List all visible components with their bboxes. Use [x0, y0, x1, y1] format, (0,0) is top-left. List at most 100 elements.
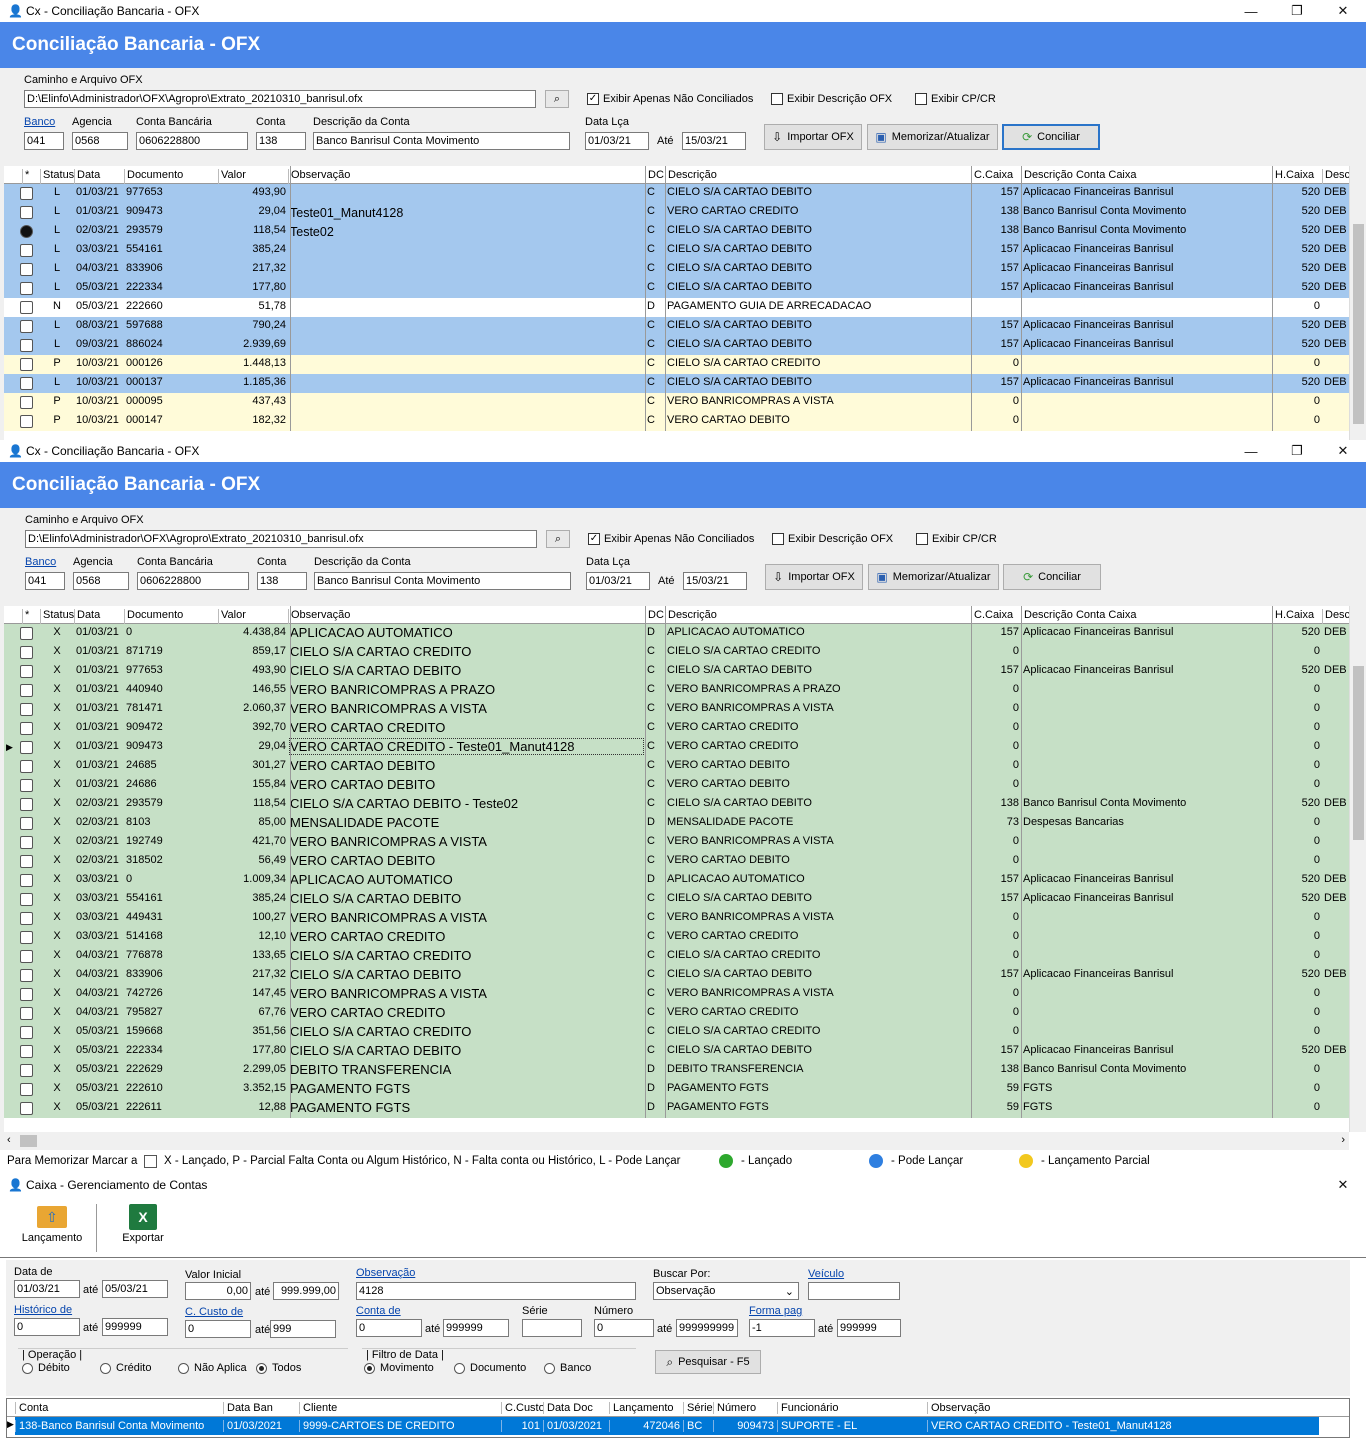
scroll-thumb[interactable] [1353, 224, 1364, 424]
radio-movimento[interactable]: Movimento [364, 1362, 434, 1374]
table-row[interactable]: L 01/03/21 909473 29,04 Teste01_Manut4128 C VE… [4, 203, 1350, 222]
chevron-down-icon[interactable]: ⌄ [785, 1285, 794, 1298]
column-header[interactable]: Desc [1322, 609, 1350, 624]
table-row[interactable]: X 01/03/21 0 4.438,84 APLICACAO AUTOMATICO D A… [4, 624, 1350, 643]
conta-to-input[interactable]: 999999 [443, 1319, 509, 1337]
data-from-input[interactable]: 01/03/21 [585, 132, 649, 150]
row-checkbox[interactable] [20, 263, 33, 276]
conta-bancaria-input[interactable]: 0606228800 [137, 572, 249, 590]
table-row[interactable]: L 05/03/21 222334 177,80 C CIELO S/A CARTAO D… [4, 279, 1350, 298]
c-custo-to-input[interactable]: 999 [270, 1320, 336, 1338]
scroll-right-icon[interactable]: › [1341, 1134, 1345, 1146]
column-header[interactable]: Descrição [665, 169, 971, 184]
desc-conta-input[interactable]: Banco Banrisul Conta Movimento [313, 132, 570, 150]
radio-dot-selected[interactable] [256, 1362, 267, 1374]
data-to-input[interactable]: 15/03/21 [682, 132, 746, 150]
column-header[interactable]: Observação [927, 1402, 1327, 1414]
agencia-input[interactable]: 0568 [73, 572, 129, 590]
radio-nao-aplica[interactable]: Não Aplica [178, 1362, 247, 1374]
table-row[interactable]: X 02/03/21 318502 56,49 VERO CARTAO DEBITO C V… [4, 852, 1350, 871]
historico-link[interactable]: Histórico de [14, 1304, 72, 1316]
table-row[interactable]: P 10/03/21 000147 182,32 C VERO CARTAO DEBITO… [4, 412, 1350, 431]
row-checkbox[interactable] [20, 1064, 33, 1077]
exportar-button[interactable]: X Exportar [110, 1204, 176, 1254]
column-header[interactable]: Data [74, 169, 124, 184]
column-header[interactable]: Valor [218, 609, 288, 624]
scroll-left-icon[interactable]: ‹ [7, 1134, 11, 1146]
row-checkbox[interactable] [20, 206, 33, 219]
row-checkbox[interactable] [20, 817, 33, 830]
conciliar-button[interactable]: ⟳ Conciliar [1002, 124, 1100, 150]
table-row[interactable]: 138-Banco Banrisul Conta Movimento 01/03/… [15, 1417, 1319, 1435]
browse-button[interactable]: ⌕ [546, 530, 570, 548]
numero-to-input[interactable]: 999999999 [676, 1319, 738, 1337]
row-checkbox[interactable] [20, 301, 33, 314]
row-checkbox[interactable] [20, 893, 33, 906]
row-checkbox[interactable] [20, 187, 33, 200]
chk-nao-conciliados[interactable]: ✓ Exibir Apenas Não Conciliados [588, 533, 754, 545]
conta-input[interactable]: 138 [257, 572, 307, 590]
vertical-scrollbar[interactable] [1349, 166, 1366, 440]
row-checkbox[interactable] [20, 377, 33, 390]
data-to-input[interactable]: 15/03/21 [683, 572, 747, 590]
column-header[interactable]: Documento [124, 609, 218, 624]
conta-bancaria-input[interactable]: 0606228800 [136, 132, 248, 150]
column-header[interactable]: Desc [1322, 169, 1350, 184]
path-input[interactable]: D:\Elinfo\Administrador\OFX\Agropro\Extr… [25, 530, 537, 548]
conta-input[interactable]: 138 [256, 132, 306, 150]
row-checkbox[interactable] [20, 722, 33, 735]
column-header[interactable]: * [22, 609, 40, 624]
radio-dot-selected[interactable] [364, 1362, 375, 1374]
memorizar-button[interactable]: ▣ Memorizar/Atualizar [868, 564, 999, 590]
column-header[interactable]: Valor [218, 169, 288, 184]
row-checkbox[interactable] [20, 1007, 33, 1020]
serie-input[interactable] [522, 1319, 582, 1337]
table-row[interactable]: X 01/03/21 24685 301,27 VERO CARTAO DEBITO C V… [4, 757, 1350, 776]
data-from-input[interactable]: 01/03/21 [14, 1280, 80, 1298]
forma-pag-to-input[interactable]: 999999 [837, 1319, 901, 1337]
radio-documento[interactable]: Documento [454, 1362, 526, 1374]
row-checkbox[interactable] [20, 950, 33, 963]
buscar-por-select[interactable]: Observação ⌄ [653, 1282, 799, 1300]
column-header[interactable]: C.Caixa [971, 609, 1021, 624]
table-row[interactable]: X 01/03/21 440940 146,55 VERO BANRICOMPRAS A… [4, 681, 1350, 700]
column-header[interactable]: H.Caixa [1272, 609, 1322, 624]
table-row[interactable]: X 03/03/21 449431 100,27 VERO BANRICOMPRAS A… [4, 909, 1350, 928]
row-checkbox[interactable] [20, 741, 33, 754]
chk-descricao-ofx[interactable]: Exibir Descrição OFX [771, 93, 892, 105]
numero-from-input[interactable]: 0 [594, 1319, 654, 1337]
checkbox[interactable] [772, 533, 784, 545]
memorizar-button[interactable]: ▣ Memorizar/Atualizar [867, 124, 998, 150]
row-checkbox[interactable] [20, 703, 33, 716]
scroll-thumb[interactable] [20, 1135, 37, 1147]
table-row[interactable]: N 05/03/21 222660 51,78 D PAGAMENTO GUIA DE A… [4, 298, 1350, 317]
table-row[interactable]: X 02/03/21 192749 421,70 VERO BANRICOMPRAS A… [4, 833, 1350, 852]
radio-banco[interactable]: Banco [544, 1362, 591, 1374]
valor-to-input[interactable]: 999.999,00 [273, 1282, 339, 1300]
table-row[interactable]: L 09/03/21 886024 2.939,69 C CIELO S/A CARTAO… [4, 336, 1350, 355]
column-header[interactable]: Funcionário [777, 1402, 927, 1414]
table-row[interactable]: L 10/03/21 000137 1.185,36 C CIELO S/A CARTAO… [4, 374, 1350, 393]
radio-dot[interactable] [544, 1362, 555, 1374]
column-header[interactable]: DC [645, 609, 665, 624]
row-checkbox[interactable] [20, 798, 33, 811]
table-row[interactable]: X 05/03/21 159668 351,56 CIELO S/A CARTAO CR… [4, 1023, 1350, 1042]
forma-pag-from-input[interactable]: -1 [749, 1319, 815, 1337]
row-checkbox[interactable] [20, 1102, 33, 1115]
radio-dot[interactable] [178, 1362, 189, 1374]
row-checkbox[interactable] [20, 282, 33, 295]
chk-cpcr[interactable]: Exibir CP/CR [916, 533, 997, 545]
column-header[interactable]: H.Caixa [1272, 169, 1322, 184]
data-from-input[interactable]: 01/03/21 [586, 572, 650, 590]
column-header[interactable]: Status [40, 609, 74, 624]
column-header[interactable]: Data [74, 609, 124, 624]
row-checkbox[interactable] [20, 836, 33, 849]
historico-to-input[interactable]: 999999 [102, 1318, 168, 1336]
pesquisar-button[interactable]: ⌕ Pesquisar - F5 [655, 1350, 761, 1374]
checkbox[interactable] [915, 93, 927, 105]
importar-ofx-button[interactable]: ⇩ Importar OFX [765, 564, 863, 590]
checkbox[interactable] [771, 93, 783, 105]
radio-dot[interactable] [100, 1362, 111, 1374]
table-row[interactable]: X 02/03/21 8103 85,00 MENSALIDADE PACOTE D MEN… [4, 814, 1350, 833]
data-to-input[interactable]: 05/03/21 [102, 1280, 168, 1298]
